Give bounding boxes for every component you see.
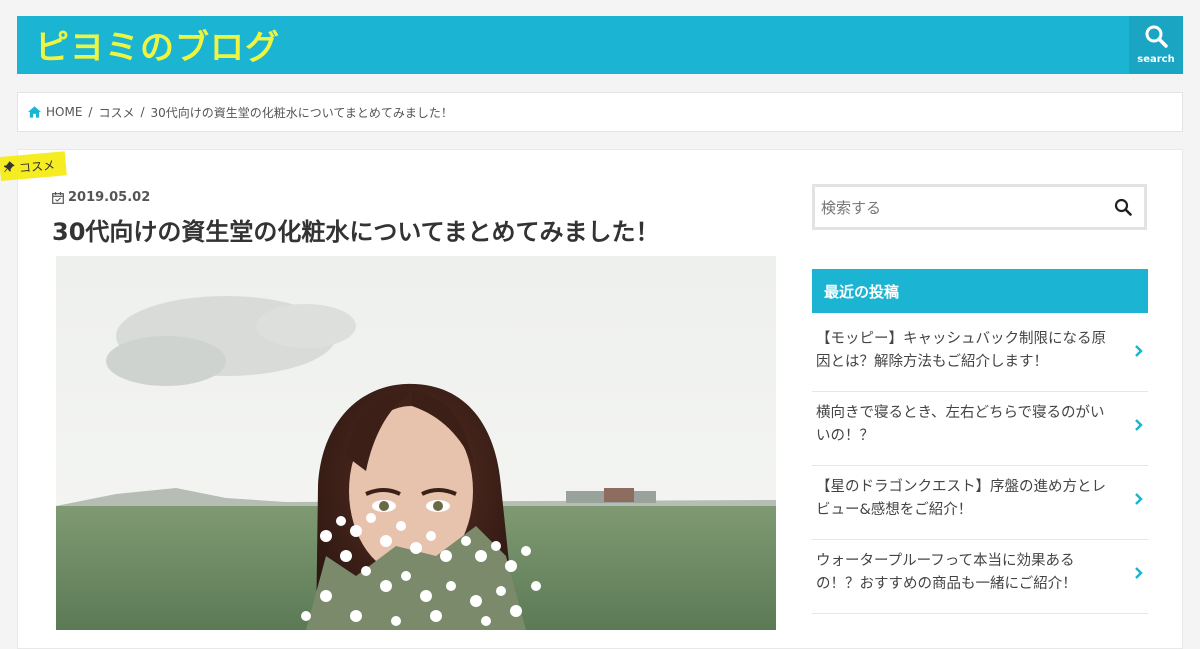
- recent-post-item[interactable]: 横向きで寝るとき、左右どちらで寝るのがいいの！？: [812, 392, 1148, 466]
- chevron-right-icon: [1135, 419, 1143, 431]
- chevron-right-icon: [1135, 345, 1143, 357]
- post-title: 30代向けの資生堂の化粧水についてまとめてみました！: [52, 218, 660, 246]
- site-title[interactable]: ピヨミのブログ: [35, 28, 280, 68]
- recent-post-title: 【星のドラゴンクエスト】序盤の進め方とレビュー&感想をご紹介！: [816, 479, 1106, 518]
- recent-post-item[interactable]: 【星のドラゴンクエスト】序盤の進め方とレビュー&感想をご紹介！: [812, 466, 1148, 540]
- sidebar-search-box: [812, 184, 1147, 230]
- breadcrumb: HOME / コスメ / 30代向けの資生堂の化粧水についてまとめてみました！: [17, 92, 1183, 132]
- sidebar-search-input[interactable]: [819, 195, 1103, 221]
- breadcrumb-category-link[interactable]: コスメ: [98, 104, 134, 121]
- recent-post-title: ウォータープルーフって本当に効果あるの！？おすすめの商品も一緒にご紹介！: [816, 553, 1077, 592]
- search-icon: [1145, 25, 1168, 48]
- recent-post-title: 【モッピー】キャッシュバック制限になる原因とは？解除方法もご紹介します！: [816, 331, 1106, 370]
- breadcrumb-home-link[interactable]: HOME: [46, 105, 82, 119]
- search-label: search: [1137, 54, 1175, 65]
- eyecatch-image: [56, 256, 776, 630]
- site-header: ピヨミのブログ search: [17, 16, 1183, 74]
- breadcrumb-separator: /: [140, 105, 145, 119]
- search-icon[interactable]: [1114, 198, 1132, 216]
- chevron-right-icon: [1135, 493, 1143, 505]
- pin-icon: [3, 161, 15, 176]
- header-search-button[interactable]: search: [1129, 16, 1183, 74]
- recent-posts-heading: 最近の投稿: [812, 269, 1148, 313]
- recent-post-item[interactable]: ウォータープルーフって本当に効果あるの！？おすすめの商品も一緒にご紹介！: [812, 540, 1148, 614]
- calendar-icon: [52, 191, 64, 204]
- breadcrumb-separator: /: [88, 105, 93, 119]
- recent-post-item[interactable]: 【モッピー】キャッシュバック制限になる原因とは？解除方法もご紹介します！: [812, 318, 1148, 392]
- recent-posts-list: 【モッピー】キャッシュバック制限になる原因とは？解除方法もご紹介します！ 横向き…: [812, 318, 1148, 614]
- post-date-text: 2019.05.02: [68, 190, 151, 205]
- home-icon: [28, 106, 41, 118]
- recent-post-title: 横向きで寝るとき、左右どちらで寝るのがいいの！？: [816, 405, 1105, 444]
- post-date: 2019.05.02: [52, 190, 150, 205]
- chevron-right-icon: [1135, 567, 1143, 579]
- category-tag-label: コスメ: [18, 157, 56, 175]
- breadcrumb-current: 30代向けの資生堂の化粧水についてまとめてみました！: [150, 105, 453, 120]
